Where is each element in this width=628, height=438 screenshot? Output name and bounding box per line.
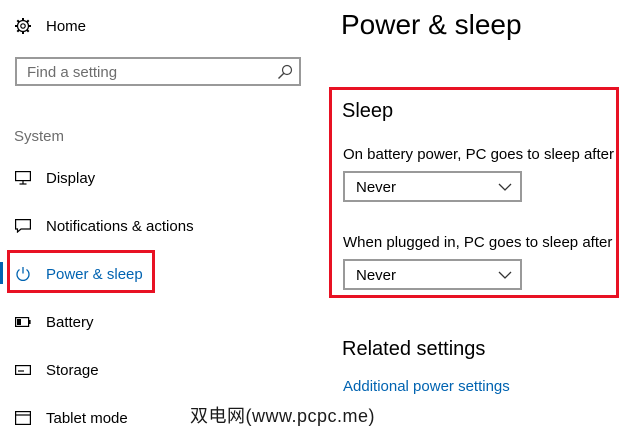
- search-icon[interactable]: [277, 64, 293, 80]
- related-settings-heading: Related settings: [342, 338, 486, 360]
- gear-icon: [15, 18, 31, 34]
- sleep-heading: Sleep: [342, 100, 394, 122]
- home-nav[interactable]: Home: [14, 14, 86, 38]
- sidebar-item-label: Storage: [46, 361, 99, 379]
- additional-power-settings-link[interactable]: Additional power settings: [343, 378, 510, 395]
- notification-icon: [14, 217, 32, 235]
- chevron-down-icon: [498, 183, 512, 191]
- search-placeholder: Find a setting: [27, 64, 118, 81]
- battery-sleep-dropdown[interactable]: Never: [343, 171, 522, 202]
- sidebar-item-notifications[interactable]: Notifications & actions: [14, 213, 194, 239]
- selection-indicator: [0, 262, 3, 284]
- sidebar-item-tablet-mode[interactable]: Tablet mode: [14, 405, 128, 431]
- dropdown-value: Never: [356, 179, 397, 196]
- search-input[interactable]: Find a setting: [15, 57, 301, 86]
- battery-icon: [14, 313, 32, 331]
- sidebar-item-display[interactable]: Display: [14, 165, 95, 191]
- battery-sleep-label: On battery power, PC goes to sleep after: [343, 146, 614, 163]
- dropdown-value: Never: [356, 267, 397, 284]
- sidebar-item-label: Display: [46, 169, 96, 187]
- tablet-mode-icon: [14, 409, 32, 427]
- storage-icon: [14, 361, 32, 379]
- watermark-text: 双电网(www.pcpc.me): [190, 406, 376, 426]
- sidebar-item-label: Notifications & actions: [46, 217, 194, 235]
- sidebar-item-label: Battery: [46, 313, 94, 331]
- plugged-sleep-dropdown[interactable]: Never: [343, 259, 522, 290]
- sidebar-item-storage[interactable]: Storage: [14, 357, 99, 383]
- plugged-sleep-label: When plugged in, PC goes to sleep after: [343, 234, 613, 251]
- monitor-icon: [14, 169, 32, 187]
- page-title: Power & sleep: [341, 9, 522, 40]
- sidebar-item-battery[interactable]: Battery: [14, 309, 94, 335]
- highlight-box-nav: [7, 250, 155, 293]
- chevron-down-icon: [498, 271, 512, 279]
- home-label: Home: [46, 17, 87, 35]
- section-title: System: [14, 128, 65, 145]
- sidebar-item-label: Tablet mode: [46, 409, 128, 427]
